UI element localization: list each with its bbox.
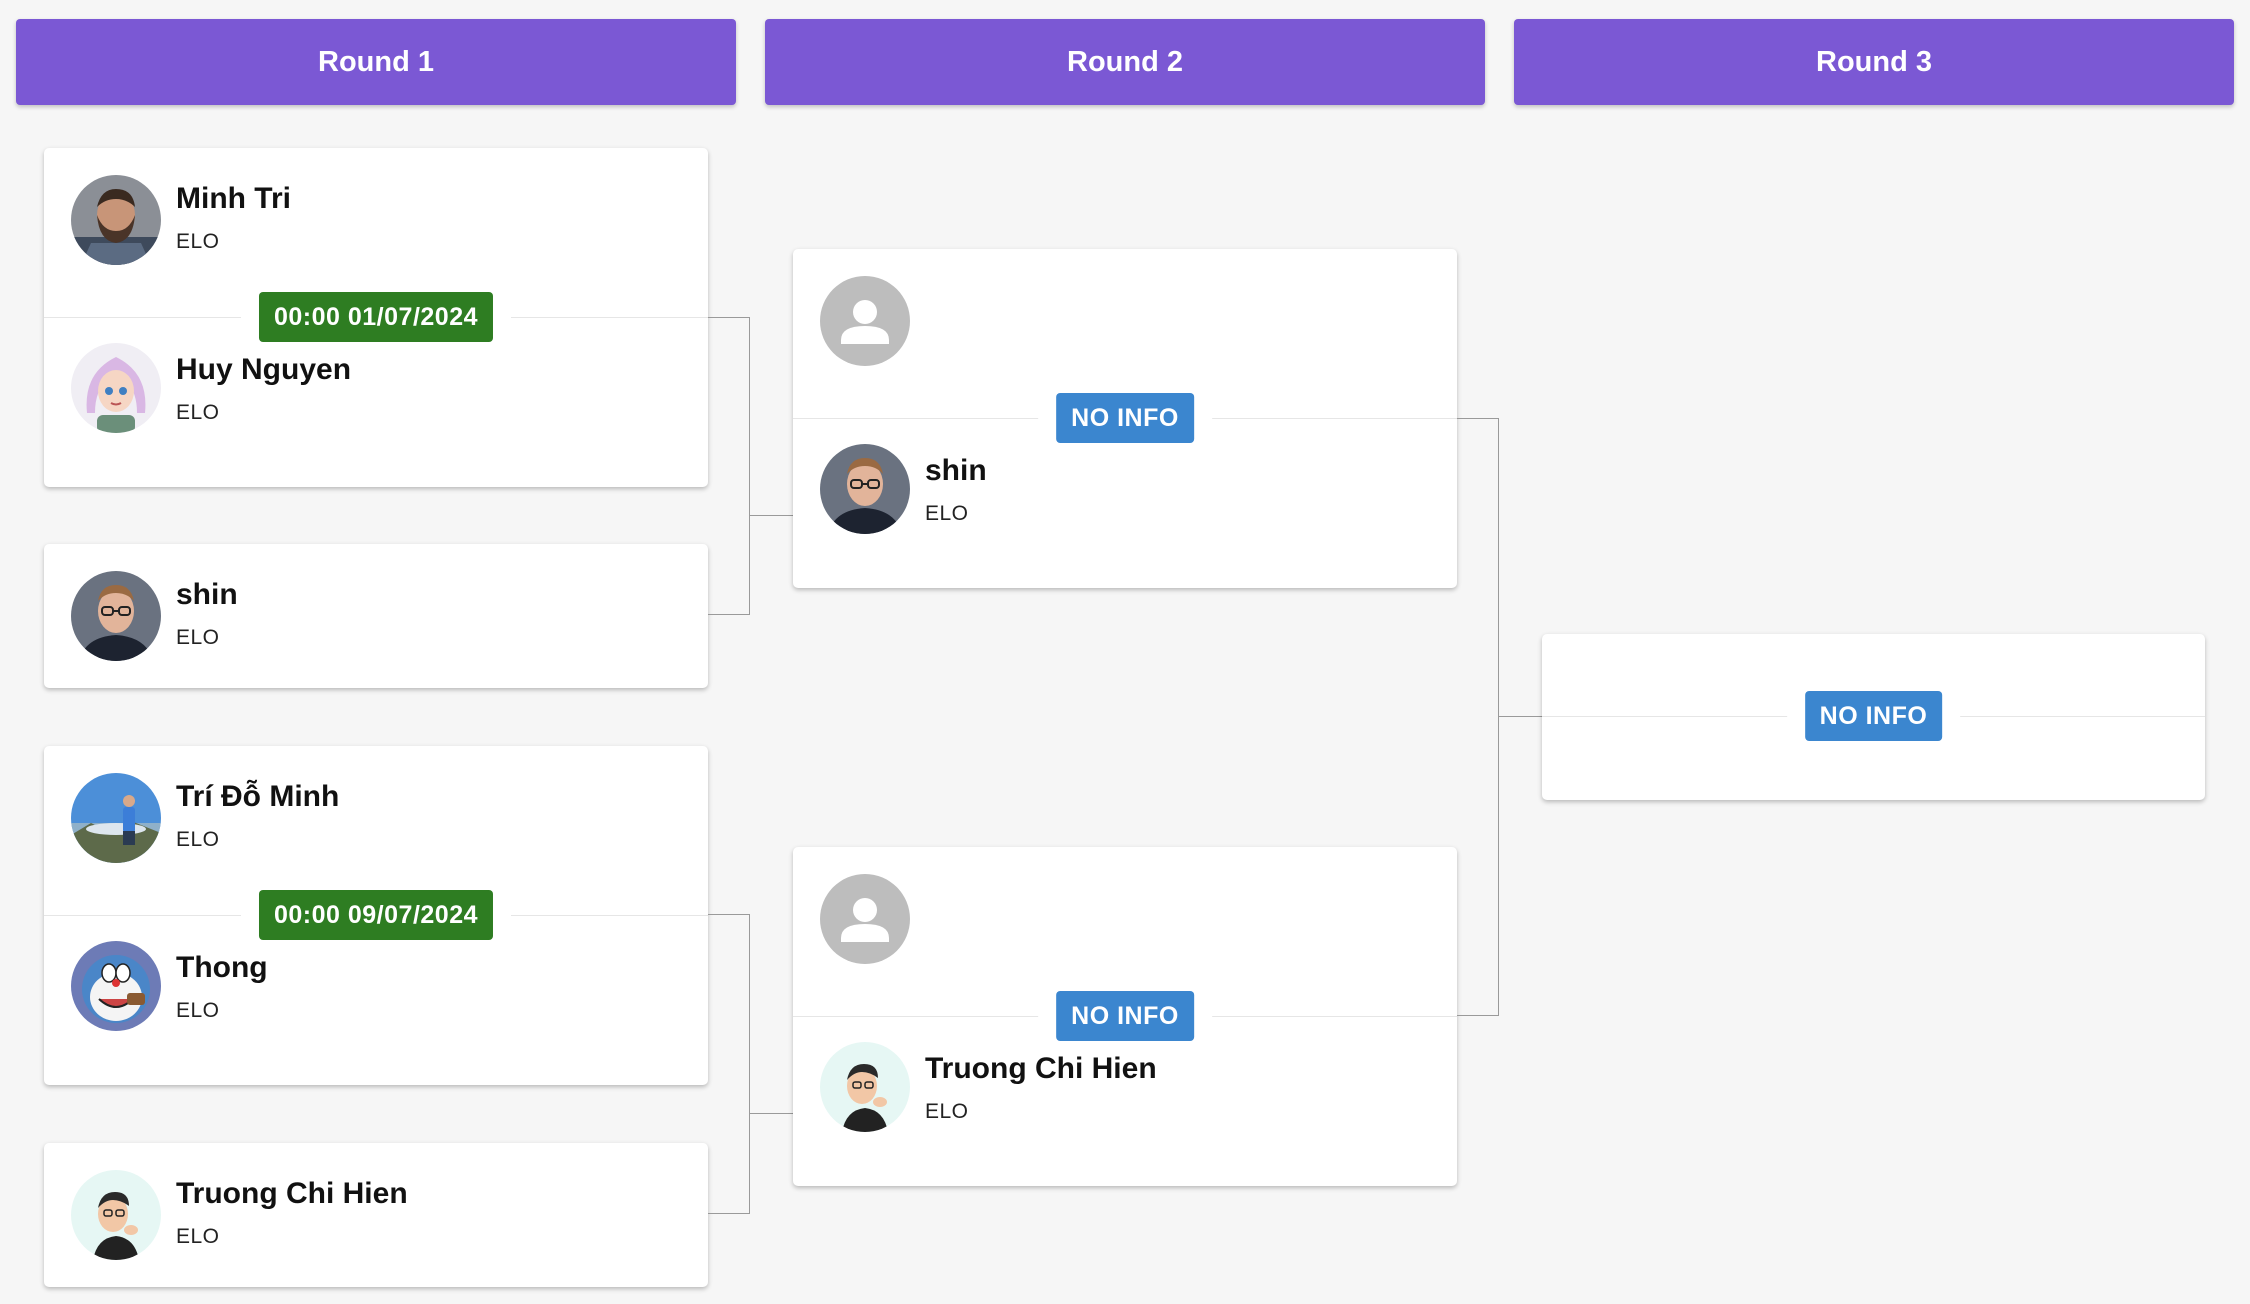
doraemon-avatar-icon [71,941,161,1031]
player-slot[interactable]: Truong Chi Hien ELO [44,1143,708,1283]
player-elo: ELO [925,1100,969,1123]
player-name: Thong [176,951,268,984]
bracket-connector [1498,418,1499,1016]
player-slot-empty[interactable] [793,847,1457,987]
player-elo: ELO [176,401,220,424]
bracket-connector [1457,418,1499,419]
bracket-connector [708,914,750,915]
player-avatar [71,343,161,433]
player-avatar [820,1042,910,1132]
round1-bye2-card[interactable]: Truong Chi Hien ELO [44,1143,708,1287]
anime-girl-avatar-icon [71,343,161,433]
match-status-badge: NO INFO [1056,393,1194,443]
player-elo: ELO [176,999,220,1022]
player-slot-empty[interactable] [793,249,1457,389]
player-avatar [820,444,910,534]
bracket-connector [749,515,793,516]
player-name: Trí Đỗ Minh [176,780,340,813]
player-name: Truong Chi Hien [176,1177,408,1210]
player-name: Truong Chi Hien [925,1052,1157,1085]
player-slot[interactable]: Huy Nguyen ELO [44,343,708,483]
match-status-badge: NO INFO [1804,691,1943,741]
mountain-photo-avatar-icon [71,773,161,863]
player-slot[interactable]: Thong ELO [44,941,708,1081]
player-avatar [820,874,910,964]
man-glasses-avatar-icon [71,571,161,661]
player-slot[interactable]: shin ELO [44,544,708,684]
player-avatar [71,175,161,265]
player-name: Minh Tri [176,182,291,215]
match-status-badge: NO INFO [1056,991,1194,1041]
bracket-connector [708,614,750,615]
player-avatar [71,571,161,661]
bracket-connector [708,317,750,318]
player-slot[interactable]: Minh Tri ELO [44,148,708,288]
player-slot[interactable]: Truong Chi Hien ELO [793,1042,1457,1182]
cartoon-man-avatar-icon [71,1170,161,1260]
round2-match1-card[interactable]: NO INFO shin ELO [793,249,1457,588]
player-avatar [71,941,161,1031]
person-placeholder-icon [820,874,910,964]
bracket-connector [1457,1015,1499,1016]
player-name: shin [176,578,238,611]
round3-final-card[interactable]: NO INFO [1542,634,2205,800]
round-1-header: Round 1 [16,19,736,105]
match-schedule-badge: 00:00 09/07/2024 [258,890,494,940]
bracket-connector [749,914,750,1214]
match-schedule-badge: 00:00 01/07/2024 [258,292,494,342]
player-name: Huy Nguyen [176,353,352,386]
player-name: shin [925,454,987,487]
bearded-man-avatar-icon [71,175,161,265]
player-elo: ELO [925,502,969,525]
round2-match2-card[interactable]: NO INFO Truong Chi Hien ELO [793,847,1457,1186]
player-avatar [71,1170,161,1260]
player-elo: ELO [176,828,220,851]
person-placeholder-icon [820,276,910,366]
bracket-connector [749,1113,793,1114]
man-glasses-avatar-icon [820,444,910,534]
round-3-header: Round 3 [1514,19,2234,105]
round1-bye1-card[interactable]: shin ELO [44,544,708,688]
bracket-connector [1498,716,1542,717]
bracket-connector [708,1213,750,1214]
player-elo: ELO [176,230,220,253]
bracket-connector [749,317,750,615]
round1-match1-card[interactable]: Minh Tri ELO 00:00 01/07/2024 Huy Nguyen… [44,148,708,487]
cartoon-man-avatar-icon [820,1042,910,1132]
round1-match2-card[interactable]: Trí Đỗ Minh ELO 00:00 09/07/2024 Thong E… [44,746,708,1085]
player-slot[interactable]: shin ELO [793,444,1457,584]
player-avatar [71,773,161,863]
player-elo: ELO [176,1225,220,1248]
round-2-header: Round 2 [765,19,1485,105]
player-elo: ELO [176,626,220,649]
player-slot[interactable]: Trí Đỗ Minh ELO [44,746,708,886]
player-avatar [820,276,910,366]
